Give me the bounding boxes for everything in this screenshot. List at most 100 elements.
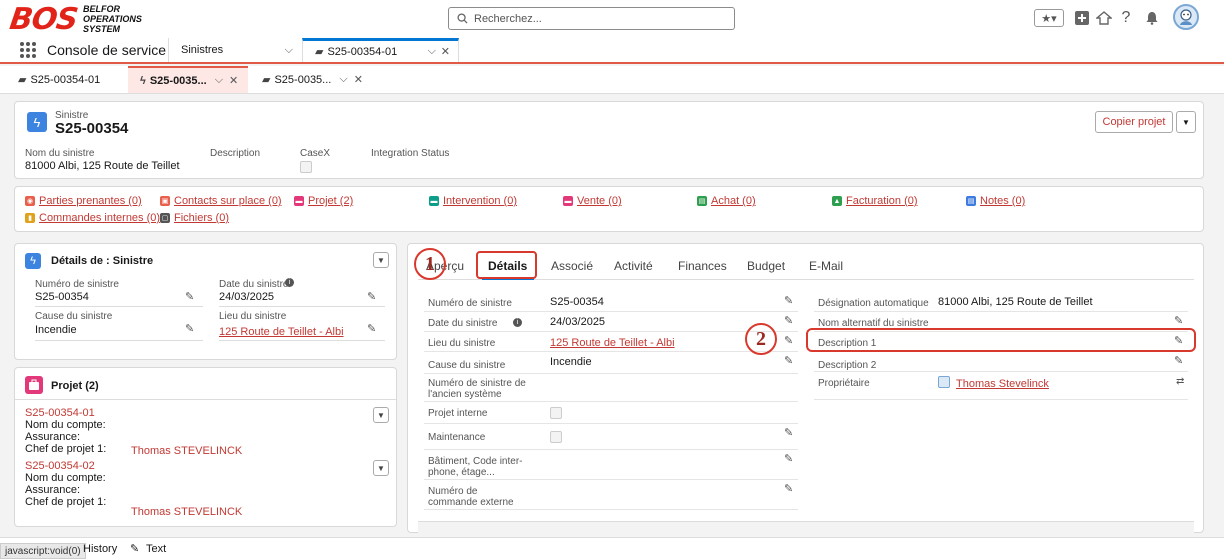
app-launcher-icon[interactable] [20,42,36,58]
project-01-menu-chevron-icon[interactable]: ▼ [373,407,389,423]
edit-pencil-icon[interactable]: ✎ [784,482,793,495]
edit-pencil-icon[interactable]: ✎ [784,452,793,465]
related-link-contacts-sur-place[interactable]: ▣ Contacts sur place (0) [160,195,282,207]
related-link-fichiers[interactable]: ▢ Fichiers (0) [160,212,229,224]
tab-associe[interactable]: Associé [551,259,593,273]
divider [219,306,385,307]
edit-pencil-icon[interactable]: ✎ [784,426,793,439]
change-owner-icon[interactable]: ⇄ [1176,376,1184,387]
annotation-highlight-details-tab [476,251,537,279]
edit-pencil-icon[interactable]: ✎ [185,290,194,303]
internal-order-icon: ▮ [25,213,35,224]
edit-pencil-icon[interactable]: ✎ [784,314,793,327]
chevron-down-icon[interactable]: ▼ [1176,111,1196,133]
info-icon[interactable]: i [285,278,294,287]
projet-card: Projet (2) S25-00354-01 Nom du compte: A… [14,367,397,527]
link-lieu-sinistre[interactable]: 125 Route de Teillet - Albi [219,326,344,338]
related-link-commandes-internes[interactable]: ▮ Commandes internes (0) [25,212,160,224]
detail-row-maintenance: Maintenance ✎ [424,426,798,450]
project-02-chef-link[interactable]: Thomas STEVELINCK [131,506,242,518]
tabs-divider [418,279,1194,280]
project-link-02[interactable]: S25-00354-02 [25,460,95,472]
detail-row-ancien-numero: Numéro de sinistre de l'ancien système [424,376,798,402]
label-numero-sinistre: Numéro de sinistre [35,279,119,290]
user-avatar[interactable] [1173,4,1199,30]
detail-row-lieu-sinistre: Lieu du sinistre 125 Route de Teillet - … [424,332,798,352]
global-actions-icon[interactable] [1073,9,1091,27]
record-title: S25-00354 [55,120,129,137]
lightning-icon: ϟ [140,74,146,87]
logo-text: BOS [7,1,80,37]
main-details-panel: Aperçu Détails Associé Activité Finances… [407,243,1204,533]
related-link-achat[interactable]: ▤ Achat (0) [697,195,756,207]
contact-icon: ▣ [160,196,170,207]
collapsed-section-header[interactable] [418,521,1194,533]
project-02-account-label: Nom du compte: [25,472,106,484]
edit-pencil-icon[interactable]: ✎ [1174,314,1183,327]
case-folder-icon: ▰ [262,74,271,86]
close-icon[interactable]: ✕ [441,45,450,58]
global-header: BOS BELFOR OPERATIONS SYSTEM Recherchez.… [0,0,1224,38]
detail-row-cause-sinistre: Cause du sinistre Incendie ✎ [424,352,798,374]
related-link-intervention[interactable]: ▬ Intervention (0) [429,195,517,207]
subtab-s25-0035-second[interactable]: ▰ S25-0035... ⌵ ✕ [262,66,372,93]
project-02-insurance-label: Assurance: [25,484,81,496]
help-icon[interactable]: ? [1117,9,1135,27]
link-lieu-sinistre[interactable]: 125 Route de Teillet - Albi [550,337,675,349]
chevron-down-icon[interactable]: ⌵ [285,44,293,57]
field-value-nom-sinistre: 81000 Albi, 125 Route de Teillet [25,160,180,172]
edit-pencil-icon[interactable]: ✎ [367,322,376,335]
nav-tab-s25-00354-01[interactable]: ▰ S25-00354-01 ⌵ ✕ [302,38,459,62]
project-link-01[interactable]: S25-00354-01 [25,407,95,419]
copy-project-button[interactable]: Copier projet [1095,111,1173,133]
trailhead-icon[interactable] [1095,9,1113,27]
search-icon [457,13,468,24]
owner-link[interactable]: Thomas Stevelinck [956,378,1049,390]
close-icon[interactable]: ✕ [229,74,238,87]
value-date-sinistre: 24/03/2025 [219,291,275,303]
field-label-integration-status: Integration Status [371,148,450,159]
text-utility[interactable]: Text [146,543,166,555]
history-utility[interactable]: History [83,543,117,555]
logo-subtitle: BELFOR OPERATIONS SYSTEM [82,4,142,34]
favorites-icon[interactable]: ★▾ [1034,9,1064,27]
project-02-chef-label: Chef de projet 1: [25,496,107,508]
global-search-input[interactable]: Recherchez... [448,7,735,30]
tab-finances[interactable]: Finances [678,259,727,273]
project-01-chef-link[interactable]: Thomas STEVELINCK [131,445,242,457]
edit-pencil-icon[interactable]: ✎ [1174,354,1183,367]
related-link-notes[interactable]: ▤ Notes (0) [966,195,1025,207]
details-card-menu-chevron-icon[interactable]: ▼ [373,252,389,268]
info-icon[interactable]: i [513,318,522,327]
purchase-icon: ▤ [697,196,707,207]
bos-logo[interactable]: BOS BELFOR OPERATIONS SYSTEM [7,1,142,37]
edit-pencil-icon[interactable]: ✎ [784,294,793,307]
close-icon[interactable]: ✕ [354,73,363,86]
workspace-subtabs: ▰ S25-00354-01 ϟ S25-0035... ⌵ ✕ ▰ S25-0… [0,66,1224,94]
detail-row-numero-sinistre: Numéro de sinistre S25-00354 ✎ [424,292,798,312]
value-numero-sinistre: S25-00354 [35,291,89,303]
edit-pencil-icon[interactable]: ✎ [784,334,793,347]
project-02-menu-chevron-icon[interactable]: ▼ [373,460,389,476]
nav-tab-sinistres[interactable]: Sinistres ⌵ [168,38,301,62]
tab-budget[interactable]: Budget [747,259,785,273]
chevron-down-icon[interactable]: ⌵ [339,73,347,86]
edit-pencil-icon[interactable]: ✎ [784,354,793,367]
related-link-projet[interactable]: ▬ Projet (2) [294,195,353,207]
subtab-s25-0035-active[interactable]: ϟ S25-0035... ⌵ ✕ [128,66,248,93]
casex-checkbox [300,161,312,173]
notifications-bell-icon[interactable] [1143,9,1161,27]
chevron-down-icon[interactable]: ⌵ [428,45,436,58]
tab-activite[interactable]: Activité [614,259,653,273]
project-01-insurance-label: Assurance: [25,431,81,443]
chevron-down-icon[interactable]: ⌵ [215,74,223,87]
related-link-facturation[interactable]: ▲ Facturation (0) [832,195,918,207]
edit-pencil-icon[interactable]: ✎ [185,322,194,335]
maintenance-checkbox [550,431,562,443]
related-link-vente[interactable]: ▬ Vente (0) [563,195,622,207]
browser-status-url: javascript:void(0) [0,543,86,559]
related-link-parties-prenantes[interactable]: ◉ Parties prenantes (0) [25,195,142,207]
subtab-s25-00354-01[interactable]: ▰ S25-00354-01 [14,66,128,93]
edit-pencil-icon[interactable]: ✎ [367,290,376,303]
tab-email[interactable]: E-Mail [809,259,843,273]
